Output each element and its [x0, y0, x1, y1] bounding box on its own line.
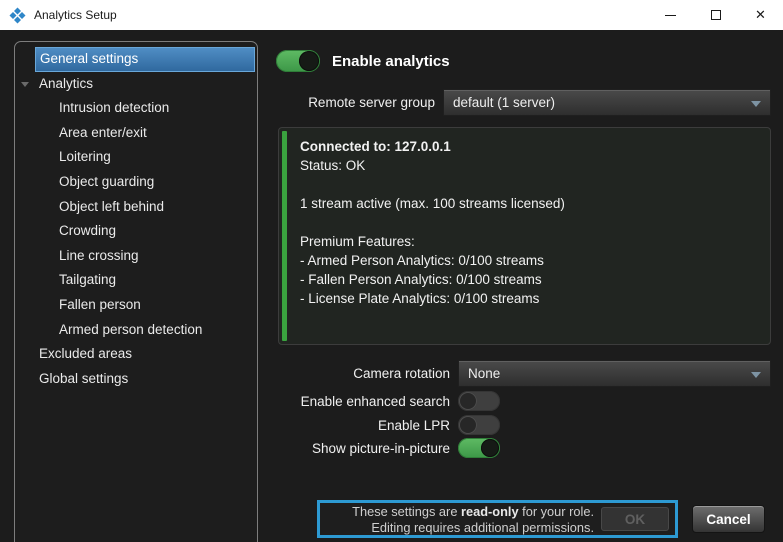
camera-rotation-row: Camera rotation None: [276, 360, 771, 387]
enhanced-search-toggle[interactable]: [458, 391, 500, 411]
enable-lpr-toggle[interactable]: [458, 415, 500, 435]
sidebar-item-object-guarding[interactable]: Object guarding: [35, 170, 255, 195]
app-logo-icon: [9, 7, 26, 24]
picture-in-picture-label: Show picture-in-picture: [276, 441, 450, 456]
titlebar: Analytics Setup ✕: [0, 0, 783, 30]
notice-text-line2: Editing requires additional permissions.: [371, 520, 594, 535]
status-blank: [300, 213, 762, 232]
camera-rotation-value: None: [468, 366, 500, 381]
dialog-content: General settings Analytics Intrusion det…: [0, 30, 783, 542]
status-connected-to: Connected to: 127.0.0.1: [300, 137, 762, 156]
notice-text-before: These settings are: [352, 504, 461, 519]
enhanced-search-label: Enable enhanced search: [276, 394, 450, 409]
remote-server-group-value: default (1 server): [453, 95, 555, 110]
enable-lpr-row: Enable LPR: [276, 415, 500, 435]
maximize-icon: [711, 10, 721, 20]
close-icon: ✕: [755, 7, 766, 23]
sidebar-item-general-settings[interactable]: General settings: [35, 47, 255, 72]
readonly-notice: These settings are read-only for your ro…: [317, 500, 678, 538]
readonly-notice-text: These settings are read-only for your ro…: [326, 504, 594, 535]
sidebar-item-crowding[interactable]: Crowding: [35, 219, 255, 244]
sidebar-item-line-crossing[interactable]: Line crossing: [35, 244, 255, 269]
ok-button[interactable]: OK: [601, 507, 669, 531]
toggle-knob: [481, 439, 499, 457]
maximize-button[interactable]: [693, 0, 738, 30]
status-lines: Connected to: 127.0.0.1 Status: OK 1 str…: [300, 137, 762, 308]
sidebar-item-area-enter-exit[interactable]: Area enter/exit: [35, 121, 255, 146]
close-button[interactable]: ✕: [738, 0, 783, 30]
picture-in-picture-row: Show picture-in-picture: [276, 438, 500, 458]
enable-analytics-label: Enable analytics: [332, 53, 450, 70]
chevron-down-icon: [751, 101, 761, 107]
toggle-knob: [299, 51, 319, 71]
minimize-icon: [665, 15, 676, 16]
camera-rotation-dropdown[interactable]: None: [458, 360, 771, 387]
status-accent-bar: [282, 131, 287, 341]
sidebar-item-excluded-areas[interactable]: Excluded areas: [35, 342, 255, 367]
enable-lpr-label: Enable LPR: [276, 418, 450, 433]
sidebar-item-object-left-behind[interactable]: Object left behind: [35, 195, 255, 220]
notice-text-after: for your role.: [519, 504, 594, 519]
connection-status-panel: Connected to: 127.0.0.1 Status: OK 1 str…: [278, 127, 771, 345]
status-ok: Status: OK: [300, 156, 762, 175]
sidebar-item-fallen-person[interactable]: Fallen person: [35, 293, 255, 318]
status-license-plate: - License Plate Analytics: 0/100 streams: [300, 289, 762, 308]
status-fallen-person: - Fallen Person Analytics: 0/100 streams: [300, 270, 762, 289]
status-streams: 1 stream active (max. 100 streams licens…: [300, 194, 762, 213]
sidebar-item-label: Analytics: [39, 76, 93, 91]
window-controls: ✕: [648, 0, 783, 30]
sidebar-item-intrusion-detection[interactable]: Intrusion detection: [35, 96, 255, 121]
sidebar-item-loitering[interactable]: Loitering: [35, 145, 255, 170]
chevron-down-icon: [751, 372, 761, 378]
toggle-knob: [459, 416, 477, 434]
remote-server-group-label: Remote server group: [276, 95, 435, 110]
remote-server-group-dropdown[interactable]: default (1 server): [443, 89, 771, 116]
cancel-button[interactable]: Cancel: [692, 505, 765, 533]
camera-rotation-label: Camera rotation: [276, 366, 450, 381]
toggle-knob: [459, 392, 477, 410]
sidebar-item-tailgating[interactable]: Tailgating: [35, 268, 255, 293]
enable-analytics-toggle[interactable]: [276, 50, 320, 72]
settings-tree: General settings Analytics Intrusion det…: [14, 41, 258, 542]
enable-analytics-row: Enable analytics: [276, 50, 450, 72]
sidebar-item-armed-person-detection[interactable]: Armed person detection: [35, 318, 255, 343]
remote-server-group-row: Remote server group default (1 server): [276, 89, 771, 116]
window-title: Analytics Setup: [34, 8, 117, 22]
enhanced-search-row: Enable enhanced search: [276, 391, 500, 411]
sidebar-item-analytics[interactable]: Analytics: [35, 72, 255, 97]
analytics-setup-window: Analytics Setup ✕ General settings Analy…: [0, 0, 783, 542]
minimize-button[interactable]: [648, 0, 693, 30]
notice-text-bold: read-only: [461, 504, 519, 519]
status-premium-header: Premium Features:: [300, 232, 762, 251]
status-armed-person: - Armed Person Analytics: 0/100 streams: [300, 251, 762, 270]
sidebar-item-global-settings[interactable]: Global settings: [35, 367, 255, 392]
status-blank: [300, 175, 762, 194]
collapse-arrow-icon[interactable]: [21, 82, 29, 87]
picture-in-picture-toggle[interactable]: [458, 438, 500, 458]
